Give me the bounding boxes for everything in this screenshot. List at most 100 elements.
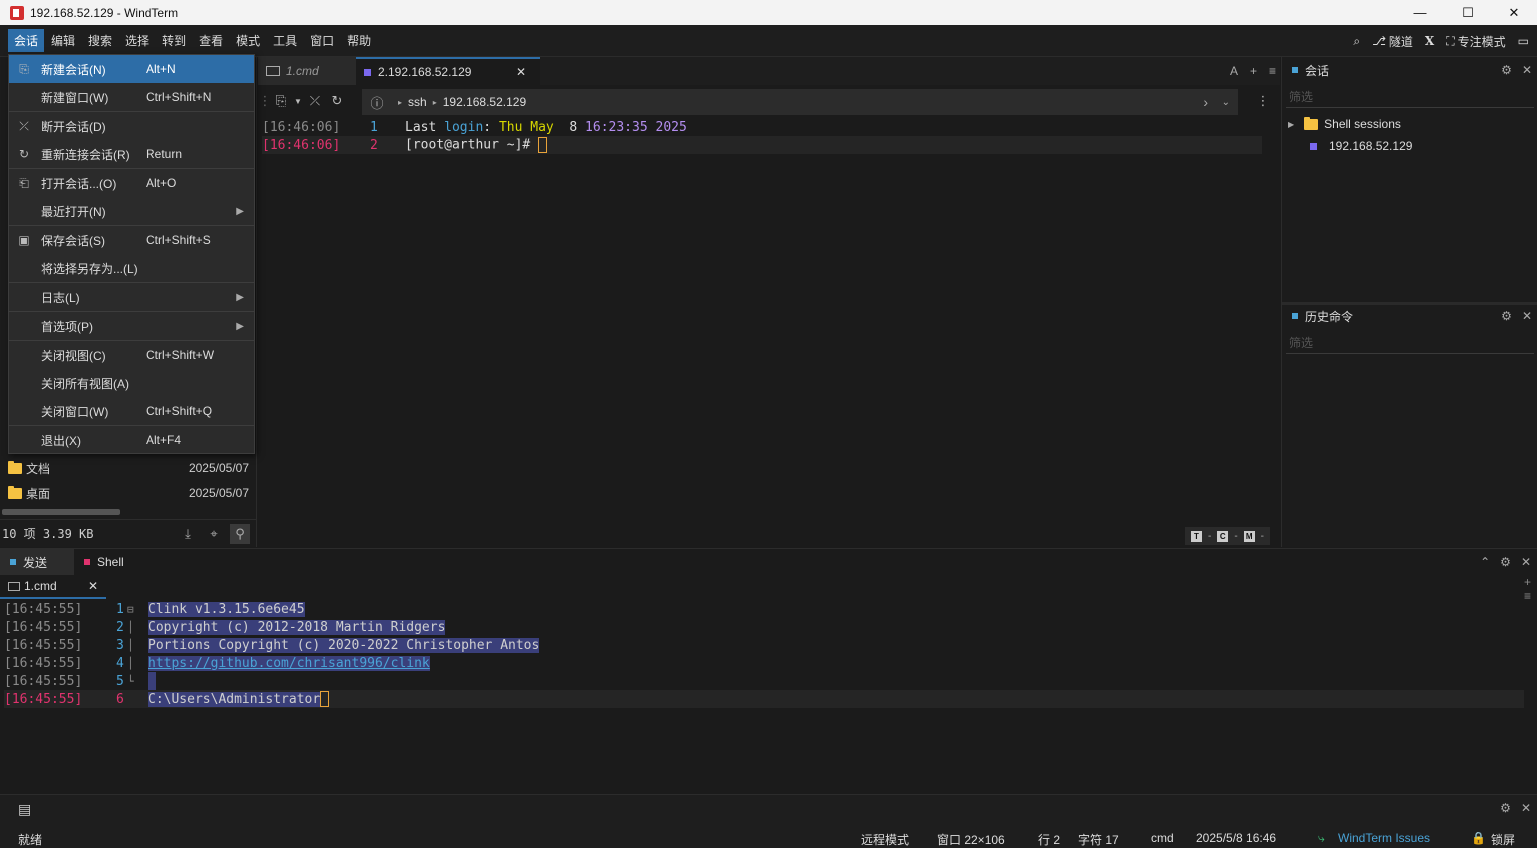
menu-item-disconnect[interactable]: ⤫ 断开会话(D) [9,112,254,140]
menu-item-preferences[interactable]: 首选项(P) ▶ [9,312,254,340]
status-shell[interactable]: cmd [1151,831,1174,845]
close-icon[interactable]: ✕ [1521,801,1531,815]
gear-icon[interactable]: ⚙ [1501,63,1512,77]
disconnect-icon[interactable]: ⤫ [304,90,326,112]
tab-cmd[interactable]: 1.cmd [258,57,356,85]
menu-tools[interactable]: 工具 [267,29,303,52]
menu-item-close-view[interactable]: 关闭视图(C) Ctrl+Shift+W [9,341,254,369]
minimize-button[interactable]: — [1397,0,1443,25]
menu-item-new-window[interactable]: 新建窗口(W) Ctrl+Shift+N [9,83,254,111]
menu-item-label: 最近打开(N) [41,204,106,219]
terminal-mode-key[interactable]: T [1190,530,1202,542]
mouse-mode-key[interactable]: M [1243,530,1255,542]
menu-item-label: 日志(L) [41,290,80,305]
terminal-panel-icon[interactable]: ▤ [18,801,34,817]
menu-edit[interactable]: 编辑 [45,29,81,52]
font-icon[interactable]: A [1230,64,1238,78]
menu-select[interactable]: 选择 [119,29,155,52]
menu-mode[interactable]: 模式 [230,29,266,52]
horizontal-scrollbar[interactable] [2,509,120,515]
line-number: 2 [370,137,378,153]
fold-toggle-icon[interactable]: ⊟ [127,603,134,616]
location-pin-icon[interactable]: ⌖ [204,524,224,544]
close-tab-icon[interactable]: ✕ [88,579,98,593]
new-folder-icon[interactable]: ⤓ [178,524,198,544]
menu-item-log[interactable]: 日志(L) ▶ [9,283,254,311]
close-icon[interactable]: ✕ [1522,309,1532,323]
close-tab-icon[interactable]: ✕ [516,65,526,79]
file-count-label: 10 项 3.39 KB [2,527,94,541]
chevron-down-icon[interactable]: ▼ [292,90,304,112]
file-row-desktop[interactable]: 桌面 2025/05/07 [0,481,257,505]
add-tab-icon[interactable]: + [1250,64,1257,78]
breadcrumb-host[interactable]: 192.168.52.129 [443,95,526,109]
sessions-filter-input[interactable]: 筛选 [1286,86,1534,108]
info-icon[interactable]: ⓘ [366,91,388,113]
windterm-logo-icon [10,5,24,20]
menu-session[interactable]: 会话 [8,29,45,52]
status-remote-mode[interactable]: 远程模式 [861,831,909,848]
tab-ssh-session[interactable]: 2.192.168.52.129 ✕ [356,57,540,85]
x-button[interactable]: X [1425,34,1434,48]
panel-title: 会话 [1305,63,1330,78]
add-tab-icon[interactable]: + [1524,575,1531,589]
history-filter-input[interactable]: 筛选 [1286,332,1534,354]
close-window-button[interactable]: ✕ [1491,0,1537,25]
tree-group-shell-sessions[interactable]: ▶ Shell sessions [1288,113,1401,135]
menu-view[interactable]: 查看 [193,29,229,52]
gear-icon[interactable]: ⚙ [1501,309,1512,323]
reconnect-icon[interactable]: ↻ [326,90,348,112]
tab-shell[interactable]: Shell [74,549,174,575]
breadcrumb-protocol[interactable]: ssh [408,95,427,109]
menu-item-open-session[interactable]: ⎗ 打开会话...(O) Alt+O [9,169,254,197]
close-icon[interactable]: ✕ [1522,63,1532,77]
terminal-text: Portions Copyright (c) 2020-2022 Christo… [148,637,540,653]
menu-item-close-all-views[interactable]: 关闭所有视图(A) [9,369,254,397]
menu-item-new-session[interactable]: ⎘ 新建会话(N) Alt+N [9,55,254,83]
drag-handle-icon[interactable]: ⋮ [259,90,272,112]
close-icon[interactable]: ✕ [1521,555,1531,569]
menu-item-save-session[interactable]: ▣ 保存会话(S) Ctrl+Shift+S [9,226,254,254]
menu-window[interactable]: 窗口 [304,29,340,52]
chevron-right-icon[interactable]: › [1203,94,1208,110]
session-address-bar[interactable]: ⓘ ▸ ssh ▸ 192.168.52.129 › ⌄ [362,89,1238,115]
new-session-icon[interactable]: ⎘ [270,90,292,112]
menu-item-save-selection[interactable]: 将选择另存为...(L) [9,254,254,282]
menu-item-label: 新建会话(N) [41,62,106,77]
menu-goto[interactable]: 转到 [156,29,192,52]
reconnect-icon: ↻ [18,147,30,161]
panel-marker-icon [84,559,90,565]
tab-send[interactable]: 发送 [0,549,74,575]
maximize-button[interactable]: ☐ [1445,0,1491,25]
gear-icon[interactable]: ⚙ [1500,801,1511,815]
chevron-up-icon[interactable]: ⌃ [1480,555,1490,569]
menu-item-exit[interactable]: 退出(X) Alt+F4 [9,426,254,454]
tab-cmd-local[interactable]: 1.cmd ✕ [0,575,106,599]
menu-item-reconnect[interactable]: ↻ 重新连接会话(R) Return [9,140,254,168]
command-mode-key[interactable]: C [1217,530,1229,542]
terminal-link[interactable]: https://github.com/chrisant996/clink [148,655,430,671]
more-options-icon[interactable]: ⋮ [1252,90,1274,112]
focus-mode-button[interactable]: ⛶ 专注模式 [1446,33,1505,50]
menu-help[interactable]: 帮助 [341,29,377,52]
tab-list-icon[interactable]: ≡ [1269,64,1276,78]
file-row-documents[interactable]: 文档 2025/05/07 [0,456,257,480]
fold-guide: │ [127,638,134,652]
menu-item-recent[interactable]: 最近打开(N) ▶ [9,197,254,225]
lock-screen-button[interactable]: 锁屏 [1491,831,1515,848]
layout-icon[interactable]: ▭ [1518,34,1529,48]
gear-icon[interactable]: ⚙ [1500,555,1511,569]
menu-search[interactable]: 搜索 [82,29,118,52]
map-pin-icon[interactable]: ⚲ [230,524,250,544]
status-ready: 就绪 [18,833,43,847]
focus-mode-label: 专注模式 [1457,34,1506,49]
windterm-issues-link[interactable]: WindTerm Issues [1338,831,1430,845]
file-name: 桌面 [26,486,51,501]
save-icon: ▣ [18,233,30,247]
tunnel-button[interactable]: ⎇ 隧道 [1372,33,1413,50]
tab-list-icon[interactable]: ≡ [1524,589,1531,603]
menu-item-close-window[interactable]: 关闭窗口(W) Ctrl+Shift+Q [9,397,254,425]
chevron-down-icon[interactable]: ⌄ [1222,97,1230,108]
tree-item-session[interactable]: 192.168.52.129 [1310,135,1412,157]
search-icon[interactable]: ⌕ [1353,34,1360,49]
